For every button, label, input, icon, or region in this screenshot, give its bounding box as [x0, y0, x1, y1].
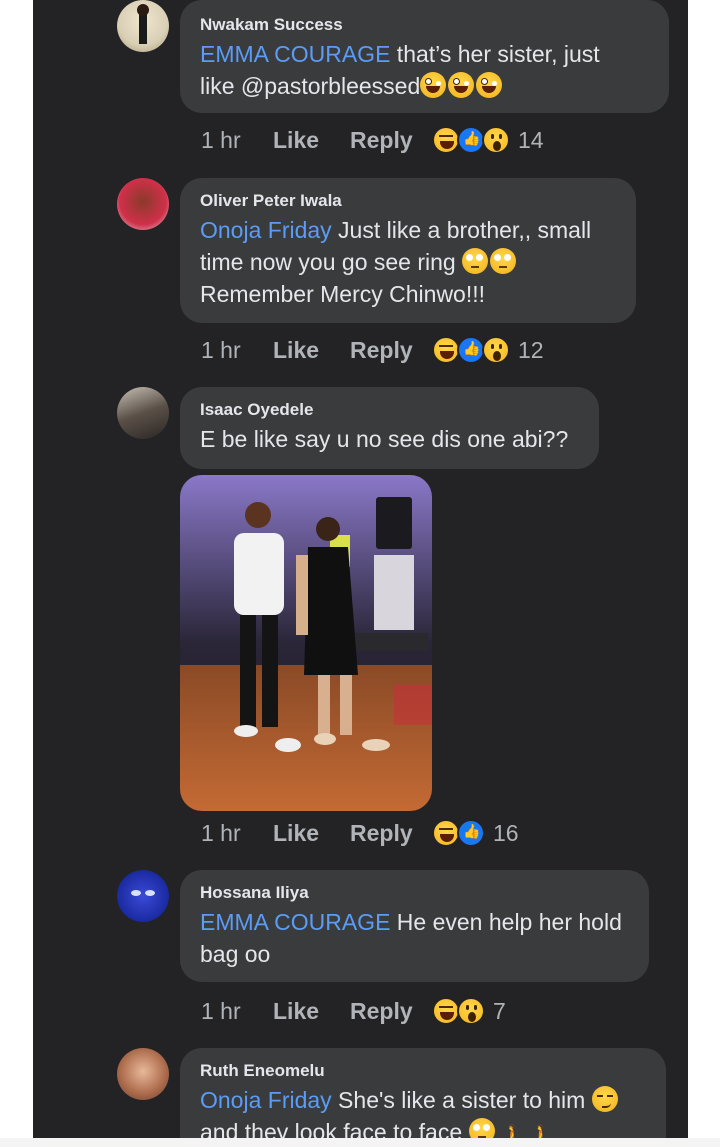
smirk-face-icon: [591, 1086, 618, 1112]
comment-time: 1 hr: [201, 819, 241, 846]
bottom-edge: [0, 1138, 720, 1147]
avatar[interactable]: [117, 387, 169, 439]
like-button[interactable]: Like: [273, 820, 350, 847]
comment-bubble: Hossana Iliya EMMA COURAGE He even help …: [180, 870, 649, 982]
comment-author[interactable]: Oliver Peter Iwala: [200, 190, 616, 212]
comment-actions: 1 hr Like Reply 12: [201, 333, 544, 367]
comment-actions: 1 hr Like Reply 14: [201, 123, 544, 157]
reply-button[interactable]: Reply: [350, 820, 430, 847]
zany-face-icon: [420, 72, 447, 98]
zany-face-icon: [448, 72, 475, 98]
comment-author[interactable]: Nwakam Success: [200, 14, 649, 36]
comment-photo[interactable]: [180, 475, 432, 811]
avatar[interactable]: [117, 0, 169, 52]
like-button[interactable]: Like: [273, 337, 350, 364]
mention-link[interactable]: EMMA COURAGE: [200, 41, 390, 67]
comment-time: 1 hr: [201, 336, 241, 363]
wow-reaction-icon: [457, 997, 485, 1025]
wow-reaction-icon: [482, 126, 510, 154]
like-button[interactable]: Like: [273, 998, 350, 1025]
reaction-summary[interactable]: [432, 126, 510, 154]
comment-author[interactable]: Hossana Iliya: [200, 882, 629, 904]
comment-bubble: Ruth Eneomelu Onoja Friday She's like a …: [180, 1048, 666, 1147]
comment-bubble: Isaac Oyedele E be like say u no see dis…: [180, 387, 599, 469]
reaction-summary[interactable]: [432, 336, 510, 364]
reply-button[interactable]: Reply: [350, 998, 430, 1025]
comment-text-line: bag oo: [200, 941, 271, 967]
comments-screen: Nwakam Success EMMA COURAGE that’s her s…: [33, 0, 688, 1147]
haha-reaction-icon: [432, 997, 460, 1025]
comment-text: Onoja Friday Just like a brother,, small…: [200, 214, 616, 310]
reaction-count: 16: [493, 819, 519, 846]
avatar[interactable]: [117, 870, 169, 922]
mention-link[interactable]: Onoja Friday: [200, 217, 332, 243]
eye-roll-face-icon: [490, 248, 517, 274]
comment-author[interactable]: Isaac Oyedele: [200, 399, 579, 421]
haha-reaction-icon: [432, 819, 460, 847]
comment-time: 1 hr: [201, 126, 241, 153]
comment-bubble: Nwakam Success EMMA COURAGE that’s her s…: [180, 0, 669, 113]
comment-actions: 1 hr Like Reply 16: [201, 816, 519, 850]
avatar[interactable]: [117, 1048, 169, 1100]
like-reaction-icon: [457, 126, 485, 154]
comment-text-line: Remember Mercy Chinwo!!!: [200, 281, 486, 307]
haha-reaction-icon: [432, 126, 460, 154]
zany-face-icon: [476, 72, 503, 98]
mention-link[interactable]: EMMA COURAGE: [200, 909, 390, 935]
comment-text: E be like say u no see dis one abi??: [200, 426, 569, 452]
comment-bubble: Oliver Peter Iwala Onoja Friday Just lik…: [180, 178, 636, 323]
comment-text-line: time now you go see ring: [200, 249, 456, 275]
mention-link[interactable]: Onoja Friday: [200, 1087, 332, 1113]
comment-text: EMMA COURAGE He even help her hold bag o…: [200, 906, 629, 970]
reply-button[interactable]: Reply: [350, 127, 430, 154]
comment-text-line: like @pastorbleessed: [200, 73, 421, 99]
comment-text-line: She's like a sister to him: [331, 1087, 586, 1113]
comment-actions: 1 hr Like Reply 7: [201, 994, 506, 1028]
like-button[interactable]: Like: [273, 127, 350, 154]
wow-reaction-icon: [482, 336, 510, 364]
comment-text: EMMA COURAGE that’s her sister, just lik…: [200, 38, 649, 102]
haha-reaction-icon: [432, 336, 460, 364]
eye-roll-face-icon: [462, 248, 489, 274]
comment-author[interactable]: Ruth Eneomelu: [200, 1060, 646, 1082]
reaction-count: 14: [518, 126, 544, 153]
like-reaction-icon: [457, 819, 485, 847]
reaction-summary[interactable]: [432, 997, 485, 1025]
reply-button[interactable]: Reply: [350, 337, 430, 364]
avatar[interactable]: [117, 178, 169, 230]
like-reaction-icon: [457, 336, 485, 364]
comment-time: 1 hr: [201, 997, 241, 1024]
comment-text-line: that’s her sister, just: [390, 41, 600, 67]
comment-text-line: He even help her hold: [390, 909, 622, 935]
reaction-count: 12: [518, 336, 544, 363]
comment-text-line: Just like a brother,, small: [331, 217, 592, 243]
reaction-count: 7: [493, 997, 506, 1024]
reaction-summary[interactable]: [432, 819, 485, 847]
